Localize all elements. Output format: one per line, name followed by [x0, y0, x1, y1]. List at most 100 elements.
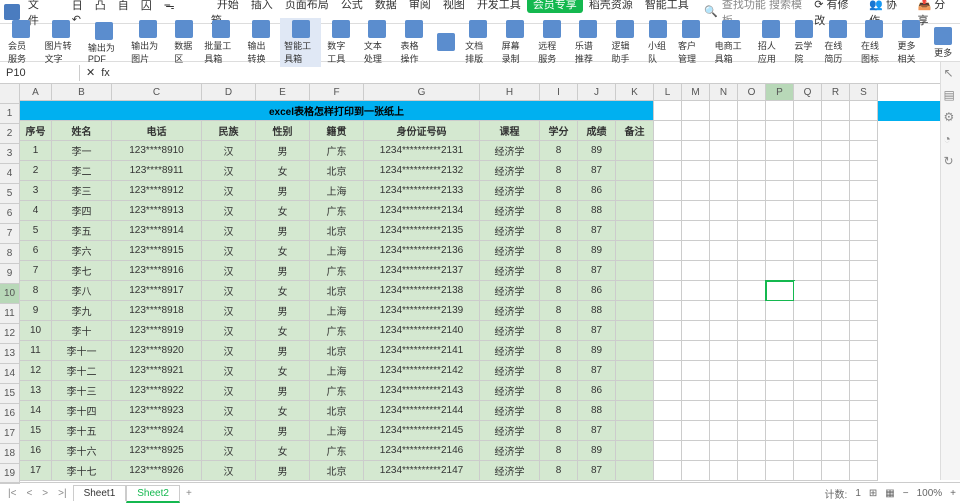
cell-12-B[interactable]: 李十 — [52, 321, 112, 341]
cell-7-F[interactable]: 北京 — [310, 221, 364, 241]
cell-10-O[interactable] — [738, 281, 766, 301]
col-header-M[interactable]: M — [682, 84, 710, 101]
cell-15-K[interactable] — [616, 381, 654, 401]
cell-10-G[interactable]: 1234**********2138 — [364, 281, 480, 301]
cell-17-K[interactable] — [616, 421, 654, 441]
cell-10-M[interactable] — [682, 281, 710, 301]
cell-15-H[interactable]: 经济学 — [480, 381, 540, 401]
cell-12-Q[interactable] — [794, 321, 822, 341]
cell-14-L[interactable] — [654, 361, 682, 381]
cell-11-J[interactable]: 88 — [578, 301, 616, 321]
cell-13-Q[interactable] — [794, 341, 822, 361]
cell-6-L[interactable] — [654, 201, 682, 221]
cell-13-R[interactable] — [822, 341, 850, 361]
cell-5-E[interactable]: 男 — [256, 181, 310, 201]
cell-14-E[interactable]: 女 — [256, 361, 310, 381]
cell-9-I[interactable]: 8 — [540, 261, 578, 281]
cell-11-M[interactable] — [682, 301, 710, 321]
view-normal-icon[interactable]: ⊞ — [869, 488, 877, 499]
cell-16-Q[interactable] — [794, 401, 822, 421]
cell-7-N[interactable] — [710, 221, 738, 241]
cell-3-M[interactable] — [682, 141, 710, 161]
row-header-6[interactable]: 6 — [0, 204, 20, 224]
cell-19-I[interactable]: 8 — [540, 461, 578, 481]
cell-3-C[interactable]: 123****8910 — [112, 141, 202, 161]
ribbon-7[interactable]: 智能工具箱 — [280, 18, 321, 67]
cell-9-B[interactable]: 李七 — [52, 261, 112, 281]
cell-5-D[interactable]: 汉 — [202, 181, 256, 201]
cell-19-K[interactable] — [616, 461, 654, 481]
cell-8-A[interactable]: 6 — [20, 241, 52, 261]
cell-13-B[interactable]: 李十一 — [52, 341, 112, 361]
ribbon-2[interactable]: 输出为PDF — [84, 20, 125, 66]
cell-15-J[interactable]: 86 — [578, 381, 616, 401]
cell-9-L[interactable] — [654, 261, 682, 281]
row-header-15[interactable]: 15 — [0, 384, 20, 404]
cell-9-P[interactable] — [766, 261, 794, 281]
cell-12-S[interactable] — [850, 321, 878, 341]
col-header-N[interactable]: N — [710, 84, 738, 101]
cell-12-F[interactable]: 广东 — [310, 321, 364, 341]
cell-6-C[interactable]: 123****8913 — [112, 201, 202, 221]
cell-5-I[interactable]: 8 — [540, 181, 578, 201]
cell-10-Q[interactable] — [794, 281, 822, 301]
ribbon-22[interactable]: 在线简历 — [820, 18, 855, 67]
cell-7-Q[interactable] — [794, 221, 822, 241]
cell-12-E[interactable]: 女 — [256, 321, 310, 341]
col-header-B[interactable]: B — [52, 84, 112, 101]
cell-7-D[interactable]: 汉 — [202, 221, 256, 241]
cell-17-A[interactable]: 15 — [20, 421, 52, 441]
cell-17-S[interactable] — [850, 421, 878, 441]
cell-15-I[interactable]: 8 — [540, 381, 578, 401]
row-header-4[interactable]: 4 — [0, 164, 20, 184]
row-header-18[interactable]: 18 — [0, 444, 20, 464]
cell-16-M[interactable] — [682, 401, 710, 421]
cell-14-I[interactable]: 8 — [540, 361, 578, 381]
cell-6-O[interactable] — [738, 201, 766, 221]
cell-4-D[interactable]: 汉 — [202, 161, 256, 181]
cell-5-A[interactable]: 3 — [20, 181, 52, 201]
cell-10-S[interactable] — [850, 281, 878, 301]
cell-15-M[interactable] — [682, 381, 710, 401]
cell-6-K[interactable] — [616, 201, 654, 221]
tab-2[interactable]: 页面布局 — [279, 0, 335, 13]
cell-3-F[interactable]: 广东 — [310, 141, 364, 161]
cell-9-R[interactable] — [822, 261, 850, 281]
cell-9-F[interactable]: 广东 — [310, 261, 364, 281]
cell-12-J[interactable]: 87 — [578, 321, 616, 341]
cell-12-I[interactable]: 8 — [540, 321, 578, 341]
row-header-5[interactable]: 5 — [0, 184, 20, 204]
cell-6-A[interactable]: 4 — [20, 201, 52, 221]
cell-19-F[interactable]: 北京 — [310, 461, 364, 481]
cell-3-K[interactable] — [616, 141, 654, 161]
cell-12-G[interactable]: 1234**********2140 — [364, 321, 480, 341]
cell-13-K[interactable] — [616, 341, 654, 361]
cell-18-P[interactable] — [766, 441, 794, 461]
ribbon-11[interactable] — [433, 31, 459, 54]
cell-8-O[interactable] — [738, 241, 766, 261]
cell-13-A[interactable]: 11 — [20, 341, 52, 361]
zoom-out-icon[interactable]: − — [903, 488, 909, 499]
quick-action-2[interactable]: 自 — [112, 0, 135, 14]
col-header-H[interactable]: H — [480, 84, 540, 101]
cell-15-G[interactable]: 1234**********2143 — [364, 381, 480, 401]
cell-18-G[interactable]: 1234**********2146 — [364, 441, 480, 461]
cell-4-C[interactable]: 123****8911 — [112, 161, 202, 181]
cell-17-M[interactable] — [682, 421, 710, 441]
cell-13-P[interactable] — [766, 341, 794, 361]
cell-9-J[interactable]: 87 — [578, 261, 616, 281]
col-header-G[interactable]: G — [364, 84, 480, 101]
cell-5-Q[interactable] — [794, 181, 822, 201]
cell-4-K[interactable] — [616, 161, 654, 181]
cell-15-E[interactable]: 男 — [256, 381, 310, 401]
cell-3-D[interactable]: 汉 — [202, 141, 256, 161]
col-header-E[interactable]: E — [256, 84, 310, 101]
col-header-S[interactable]: S — [850, 84, 878, 101]
cell-8-D[interactable]: 汉 — [202, 241, 256, 261]
cell-9-D[interactable]: 汉 — [202, 261, 256, 281]
cell-4-B[interactable]: 李二 — [52, 161, 112, 181]
cell-19-A[interactable]: 17 — [20, 461, 52, 481]
ribbon-20[interactable]: 招人应用 — [754, 18, 789, 67]
cell-8-G[interactable]: 1234**********2136 — [364, 241, 480, 261]
cell-17-N[interactable] — [710, 421, 738, 441]
